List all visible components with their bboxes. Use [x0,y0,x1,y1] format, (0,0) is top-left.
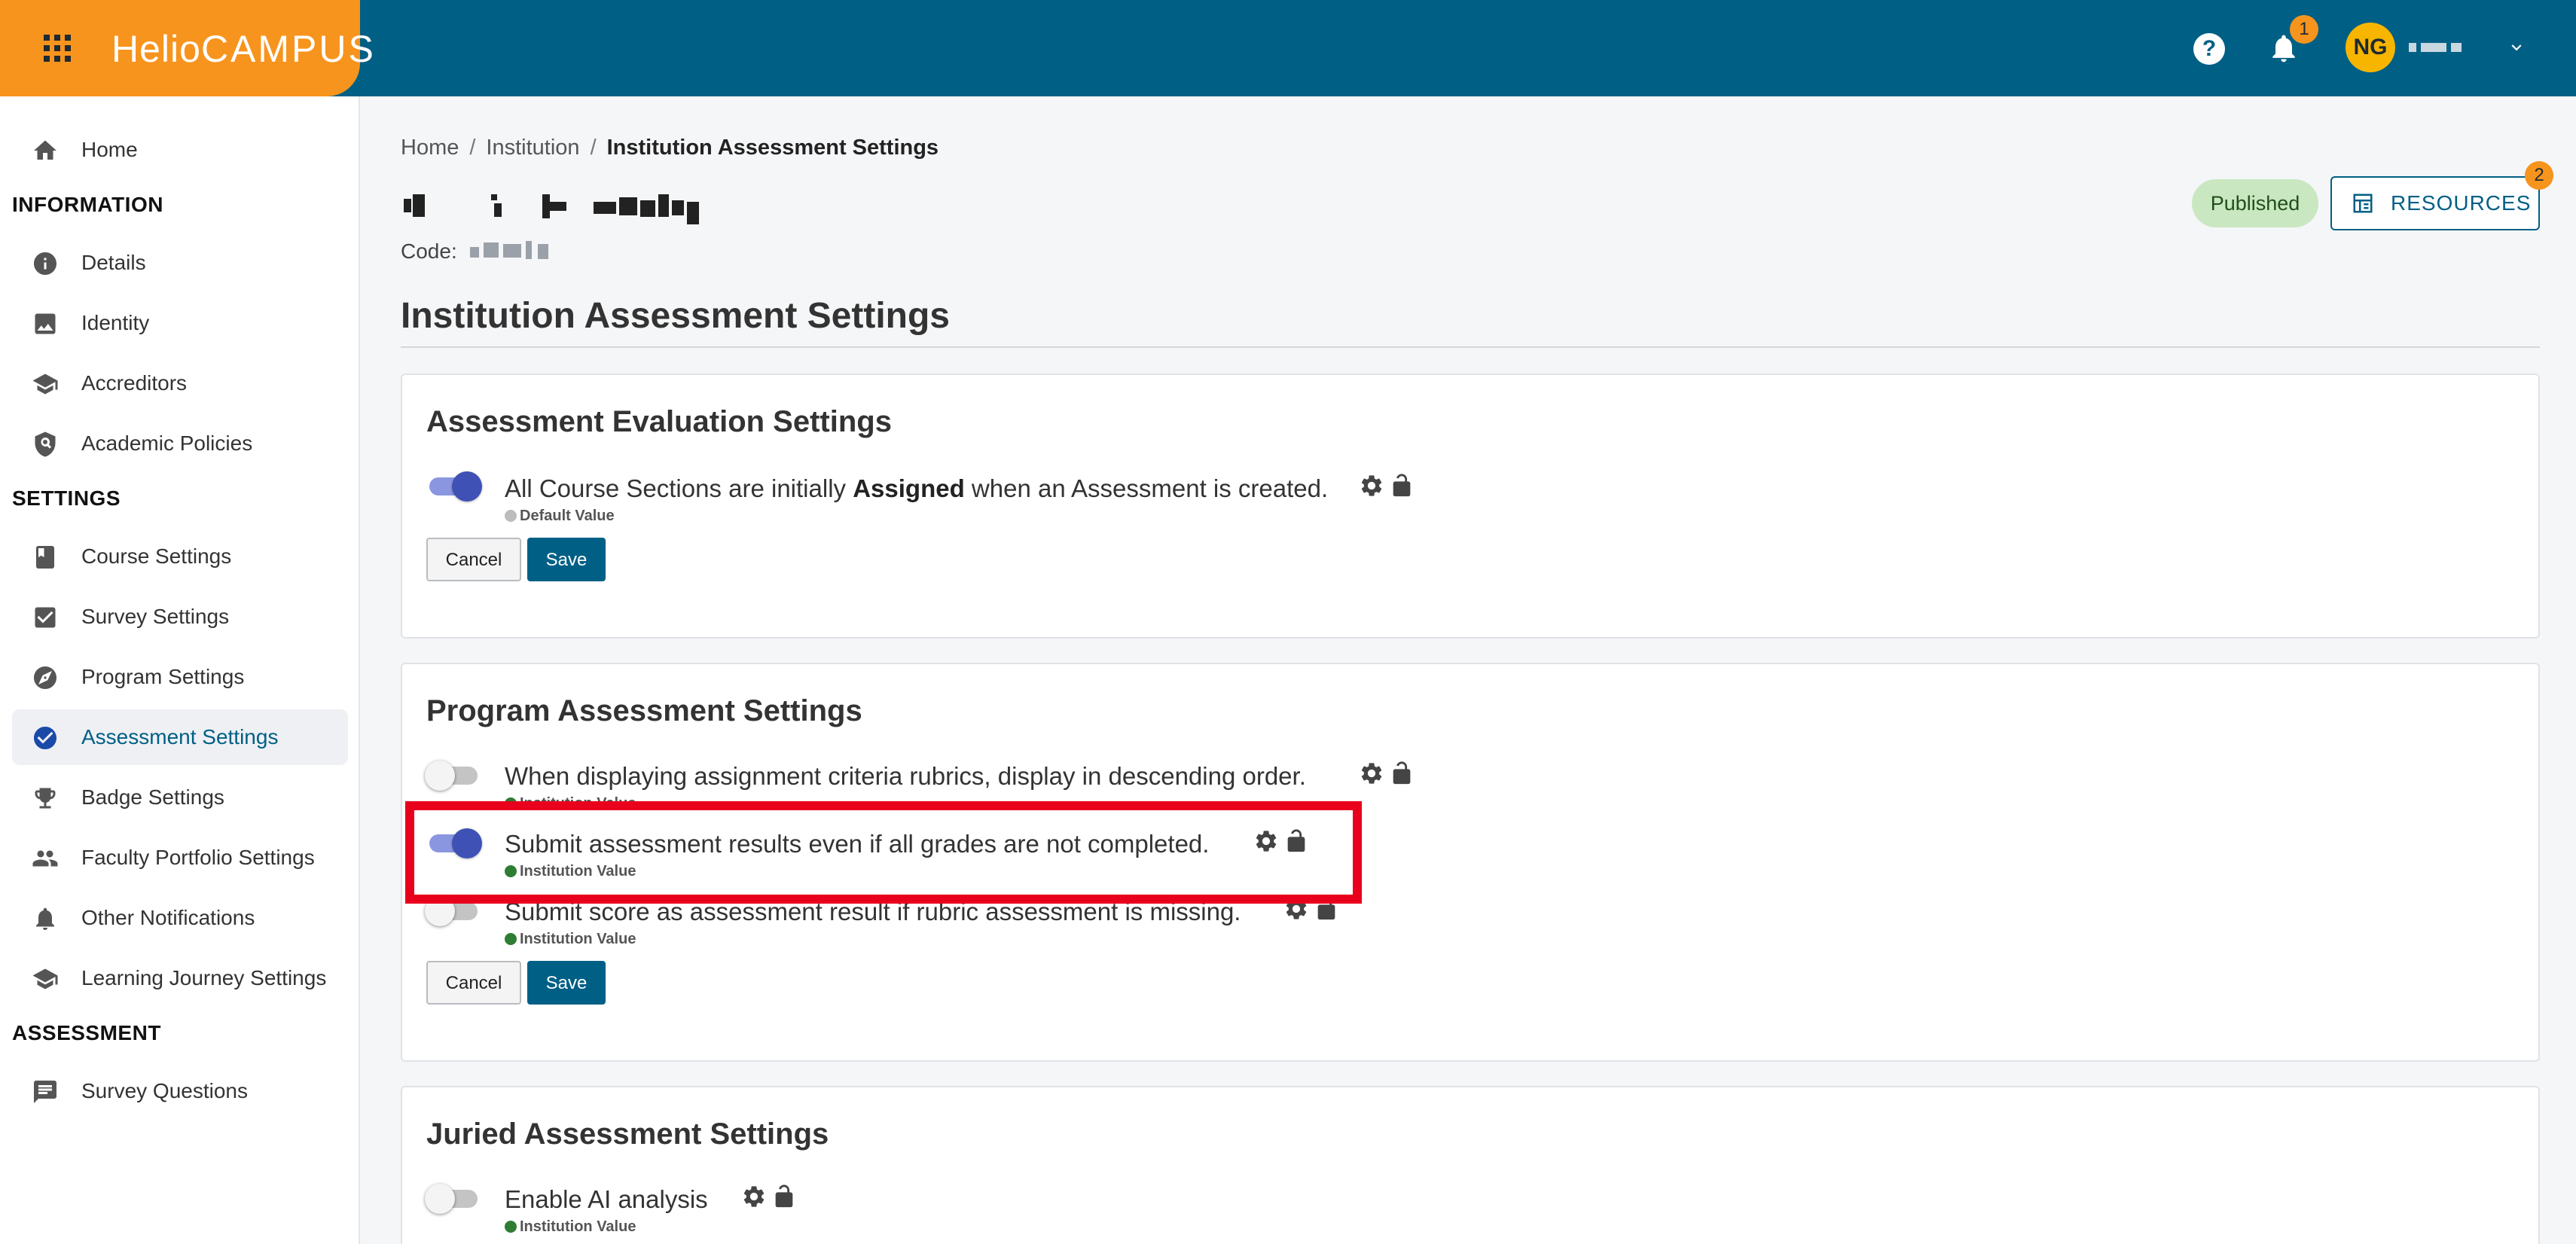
sidebar-item-program-settings[interactable]: Program Settings [12,649,348,705]
institution-name-redacted [401,188,717,224]
help-icon[interactable]: ? [2193,33,2225,65]
people-icon [32,850,58,867]
check-circle-icon [34,727,56,749]
heliocampus-logo[interactable]: HelioCAMPUS [111,27,376,71]
sidebar-item-label: Survey Settings [81,605,230,628]
sidebar-item-other-notifications[interactable]: Other Notifications [12,890,348,946]
title-divider [401,346,2540,348]
toggle-sections-assigned[interactable] [426,471,482,502]
top-bar [0,0,2576,96]
chevron-down-icon[interactable] [2507,38,2526,57]
gear-icon[interactable] [741,1184,767,1209]
school-icon [32,374,58,395]
resources-button[interactable]: RESOURCES [2330,176,2540,230]
highlight-annotation [405,801,1362,904]
toggle-rubrics-descending[interactable] [425,761,481,791]
setting-text: When displaying assignment criteria rubr… [505,762,1306,790]
breadcrumb-institution[interactable]: Institution [486,136,579,160]
sidebar-item-label: Accreditors [81,371,188,395]
gear-icon[interactable] [1359,473,1384,499]
sidebar-item-label: Other Notifications [81,906,255,929]
value-source-tag: Institution Value [505,931,636,948]
card-title: Assessment Evaluation Settings [426,405,892,438]
value-source-dot [505,1221,517,1233]
value-source-tag: Default Value [505,508,615,525]
trophy-icon [35,788,56,809]
user-avatar[interactable]: NG [2346,23,2395,72]
sidebar-item-badge-settings[interactable]: Badge Settings [12,770,348,825]
section-settings: SETTINGS [12,486,121,510]
sidebar-item-survey-questions[interactable]: Survey Questions [12,1063,348,1119]
breadcrumb-home[interactable]: Home [401,136,459,160]
breadcrumb-current: Institution Assessment Settings [606,136,939,160]
sidebar: Home INFORMATION Details Identity Accred… [0,96,360,1244]
sidebar-item-survey-settings[interactable]: Survey Settings [12,589,348,645]
sidebar-item-label: Badge Settings [81,785,224,809]
save-button[interactable]: Save [527,538,606,581]
toggle-enable-ai-analysis[interactable] [425,1184,481,1214]
notification-count-badge: 1 [2290,15,2318,44]
info-icon [34,252,56,275]
resources-label: RESOURCES [2391,191,2532,215]
sidebar-item-assessment-settings[interactable]: Assessment Settings [12,709,348,765]
home-icon [34,140,56,160]
sidebar-item-label: Survey Questions [81,1079,248,1102]
sidebar-item-identity[interactable]: Identity [12,295,348,351]
save-button[interactable]: Save [527,961,606,1005]
bell-icon [36,907,54,930]
sidebar-item-academic-policies[interactable]: Academic Policies [12,416,348,471]
card-title: Program Assessment Settings [426,694,862,727]
sidebar-item-label: Home [81,138,138,161]
sidebar-item-label: Learning Journey Settings [81,966,327,989]
school-icon [32,968,58,989]
compass-icon [34,666,56,689]
sidebar-item-label: Identity [81,311,150,334]
unlock-icon[interactable] [771,1184,797,1209]
sidebar-item-learning-journey-settings[interactable]: Learning Journey Settings [12,950,348,1006]
resources-count-badge: 2 [2525,161,2553,190]
sidebar-item-label: Program Settings [81,665,245,688]
card-assessment-evaluation-settings: Assessment Evaluation Settings All Cours… [401,374,2540,639]
institution-code-redacted [470,241,551,261]
value-source-tag: Institution Value [505,1218,636,1236]
sidebar-item-course-settings[interactable]: Course Settings [12,529,348,584]
sidebar-item-label: Details [81,251,146,274]
chat-icon [34,1081,56,1103]
section-information: INFORMATION [12,193,163,216]
dashboard-icon [2353,194,2373,213]
policy-icon [35,431,56,457]
setting-text: All Course Sections are initially Assign… [505,474,1329,502]
unlock-icon[interactable] [1389,761,1415,786]
code-label: Code: [401,239,457,263]
cancel-button[interactable]: Cancel [426,961,521,1005]
section-assessment: ASSESSMENT [12,1021,161,1044]
cancel-button[interactable]: Cancel [426,538,521,581]
sidebar-item-faculty-portfolio-settings[interactable]: Faculty Portfolio Settings [12,830,348,886]
sidebar-item-label: Assessment Settings [81,725,279,749]
user-name-redacted[interactable] [2409,41,2484,56]
book-icon [36,546,54,569]
gear-icon[interactable] [1359,761,1384,786]
sidebar-item-details[interactable]: Details [12,235,348,291]
sidebar-item-label: Academic Policies [81,431,253,455]
page-title: Institution Assessment Settings [401,296,950,336]
breadcrumb: Home / Institution / Institution Assessment … [401,136,939,160]
sidebar-item-home[interactable]: Home [12,122,348,178]
brand-area: HelioCAMPUS [0,0,374,96]
image-icon [35,313,56,334]
value-source-dot [505,933,517,945]
value-source-dot [505,510,517,522]
published-status-badge: Published [2192,179,2318,227]
setting-text: Enable AI analysis [505,1185,708,1213]
card-juried-assessment-settings: Juried Assessment Settings Enable AI ana… [401,1086,2540,1244]
sidebar-item-label: Faculty Portfolio Settings [81,846,315,869]
apps-grid-icon[interactable] [44,35,71,62]
sidebar-item-label: Course Settings [81,544,232,568]
sidebar-item-accreditors[interactable]: Accreditors [12,355,348,411]
card-title: Juried Assessment Settings [426,1117,829,1151]
unlock-icon[interactable] [1389,473,1415,499]
checkbox-icon [35,607,56,628]
